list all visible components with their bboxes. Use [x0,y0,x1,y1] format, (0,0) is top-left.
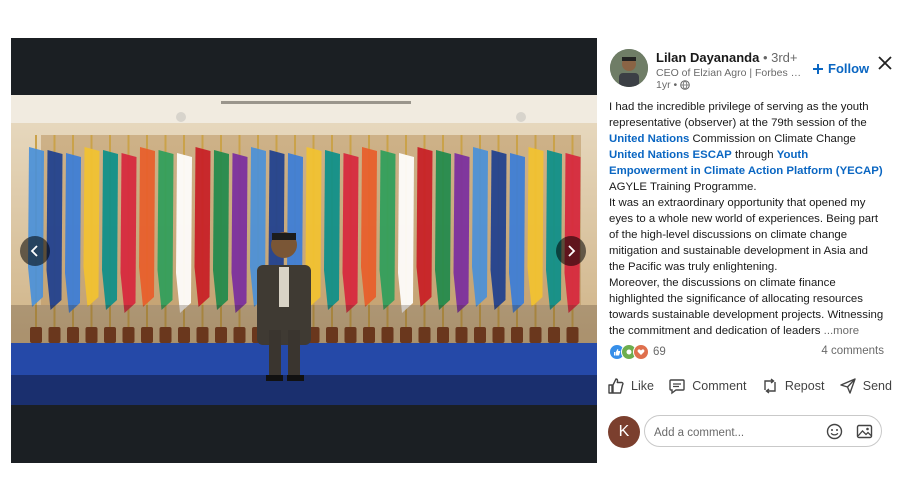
send-button[interactable]: Send [839,377,892,395]
post-paragraph-3: Moreover, the discussions on climate fin… [609,275,884,339]
like-button[interactable]: Like [607,377,654,395]
author-avatar[interactable] [610,49,648,87]
like-label: Like [631,379,654,393]
repost-icon [764,378,776,394]
image-icon[interactable] [856,423,873,440]
chevron-left-icon [30,245,38,257]
comment-label: Comment [692,379,747,393]
post-meta: 1yr • [656,79,690,91]
photo-viewer [11,38,597,463]
send-label: Send [862,379,892,393]
repost-label: Repost [784,379,825,393]
comment-box [644,415,882,447]
comments-count[interactable]: 4 comments [821,345,884,357]
comment-button[interactable]: Comment [668,377,746,395]
love-reaction-icon [633,344,649,360]
post-text-segment: AGYLE Training Programme. [609,181,757,193]
chevron-right-icon [568,245,576,257]
repost-button[interactable]: Repost [761,377,825,395]
reactions-summary[interactable]: 69 [609,344,666,360]
post-paragraph-2: It was an extraordinary opportunity that… [609,197,879,273]
mention-united-nations[interactable]: United Nations [609,133,689,145]
post-text-segment: I had the incredible privilege of servin… [609,101,869,129]
post-time: 1yr • [656,79,678,91]
send-icon [840,378,856,394]
globe-icon [680,80,690,90]
post-paragraph-1: I had the incredible privilege of servin… [609,99,884,195]
post-details-panel: Lilan Dayananda • 3rd+ CEO of Elzian Agr… [597,38,900,463]
plus-icon [813,63,823,74]
author-headline: CEO of Elzian Agro | Forbes Unde... [656,67,806,79]
post-actions: Like Comment Repost Send [607,377,892,395]
follow-button[interactable]: Follow [812,61,869,76]
author-name-line[interactable]: Lilan Dayananda • 3rd+ [656,50,797,65]
comment-icon [669,379,685,395]
connection-degree: • 3rd+ [762,50,798,65]
like-icon [608,378,624,394]
emoji-icon[interactable] [826,423,843,440]
current-user-avatar: K [608,416,640,448]
next-photo-button[interactable] [556,236,586,266]
post-text-segment: through [731,149,777,161]
mention-un-escap[interactable]: United Nations ESCAP [609,149,732,161]
follow-label: Follow [828,61,870,76]
see-more-link[interactable]: ...more [824,325,859,337]
comment-input[interactable] [652,422,816,444]
close-icon[interactable] [877,55,893,71]
previous-photo-button[interactable] [20,236,50,266]
author-name[interactable]: Lilan Dayananda [656,50,759,65]
post-photo [11,95,597,405]
post-text-segment: Commission on Climate Change [689,133,856,145]
post-text: I had the incredible privilege of servin… [609,99,884,339]
reactions-count: 69 [653,346,666,358]
